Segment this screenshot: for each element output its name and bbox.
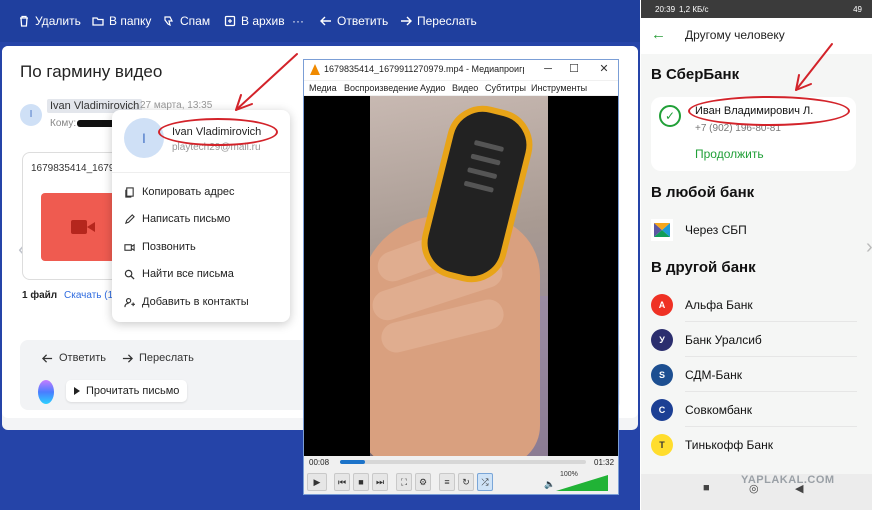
annotation-arrow-line <box>235 53 298 111</box>
annotation-arrows <box>235 43 833 111</box>
annotation-arrow-line <box>795 43 833 91</box>
